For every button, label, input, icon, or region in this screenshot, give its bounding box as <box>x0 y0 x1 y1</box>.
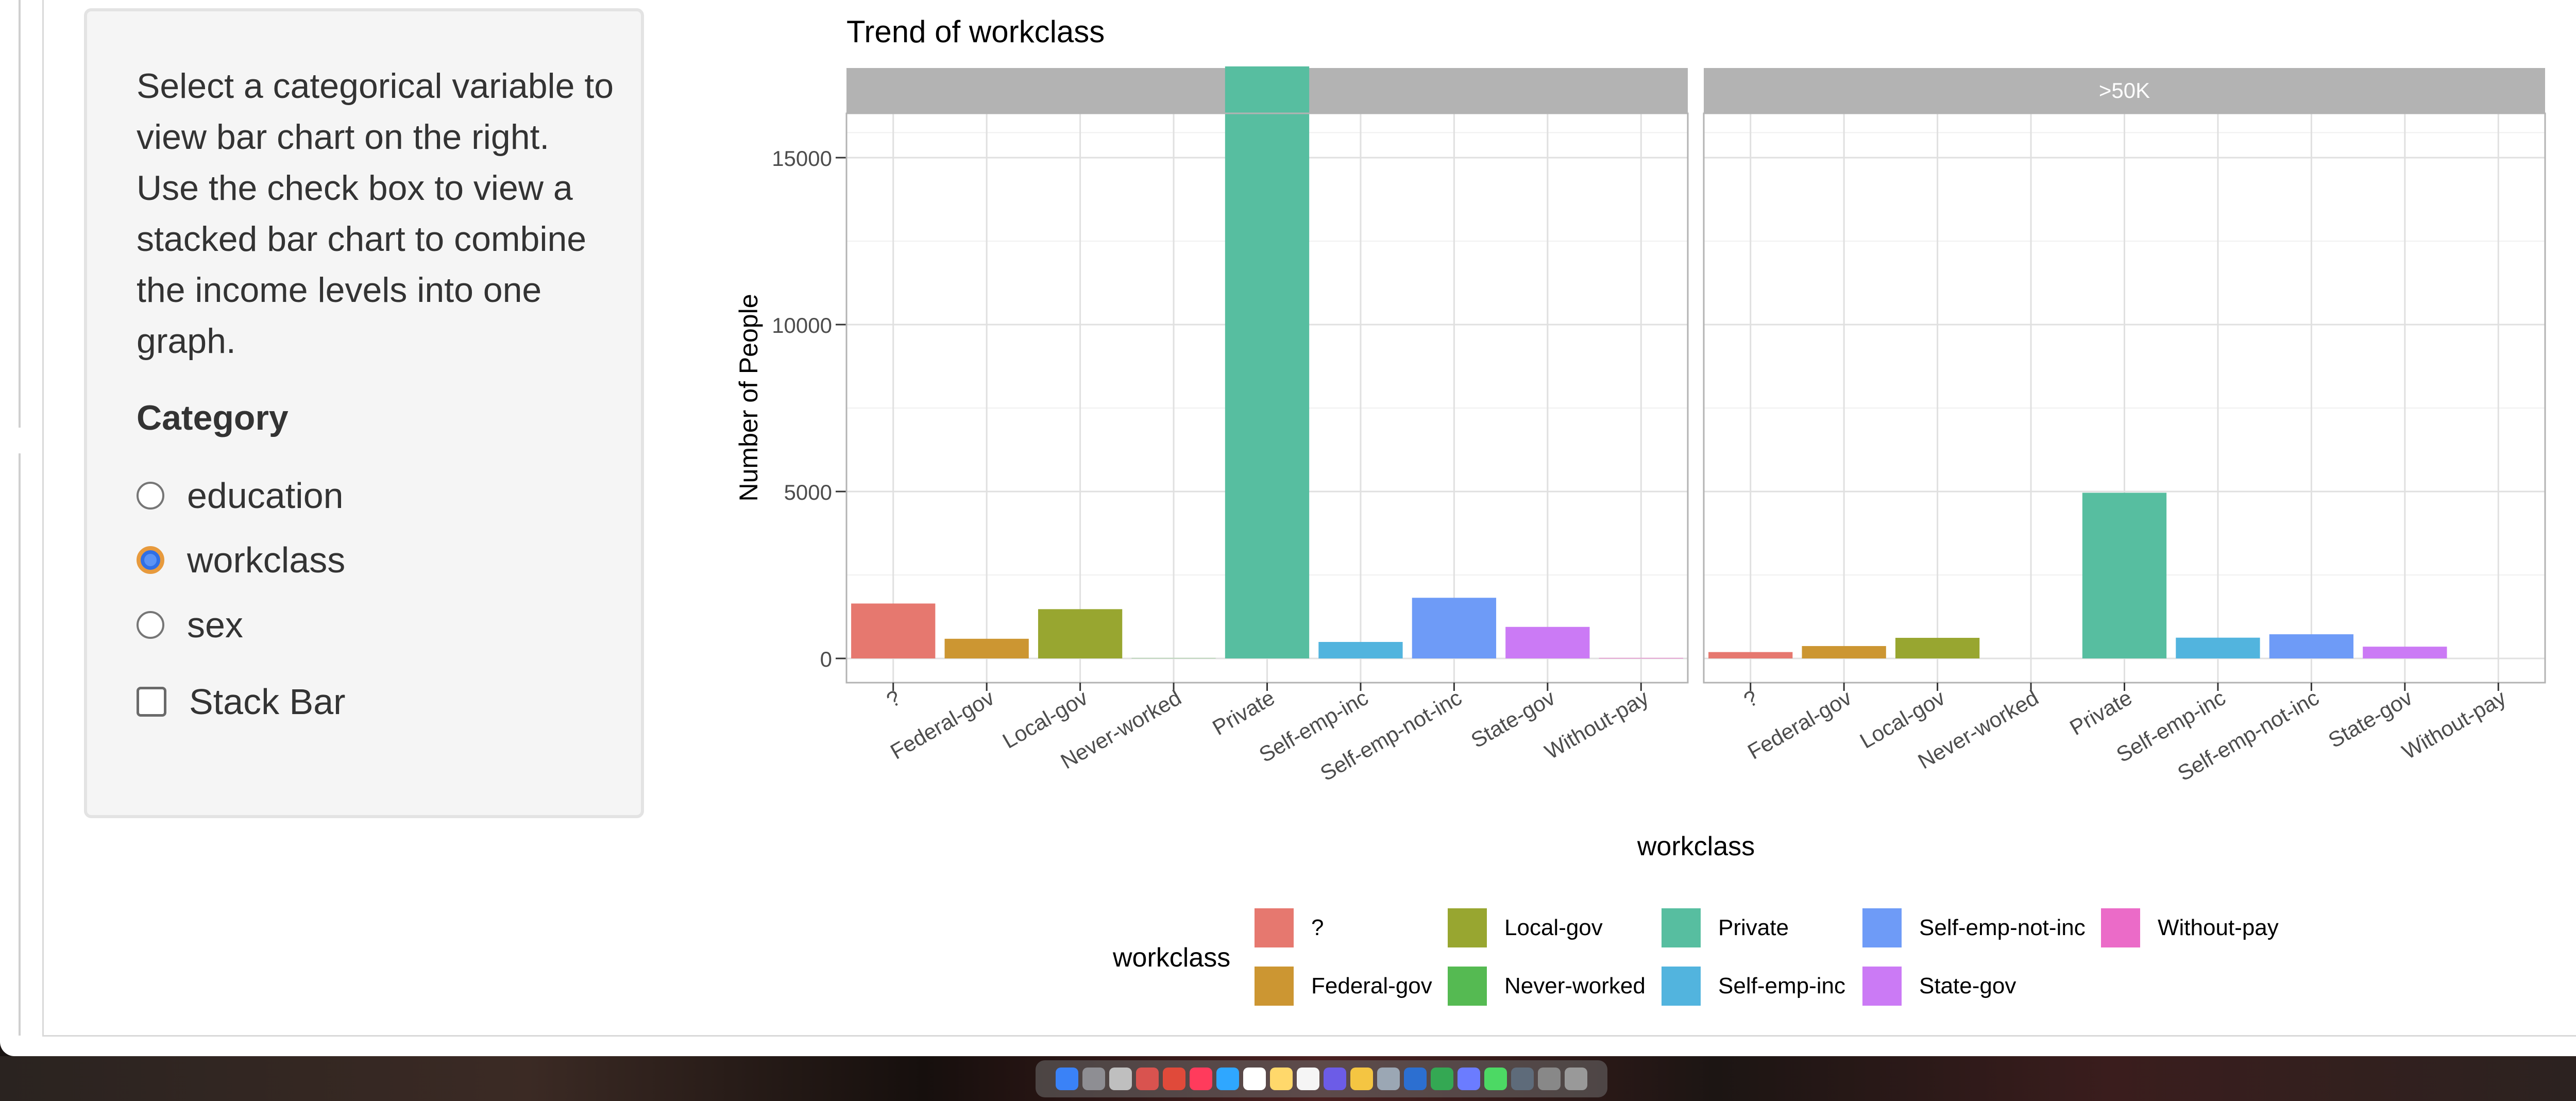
dock-app-icon[interactable] <box>1243 1068 1266 1090</box>
bar <box>2363 647 2447 658</box>
y-tick-label: 0 <box>820 647 832 671</box>
dock-app-icon[interactable] <box>1458 1068 1480 1090</box>
facet-strip-label: >50K <box>2099 78 2150 103</box>
dock-app-icon[interactable] <box>1324 1068 1346 1090</box>
dock-app-icon[interactable] <box>1056 1068 1078 1090</box>
dock-app-icon[interactable] <box>1297 1068 1319 1090</box>
bar-chart: Trend of workclass Number of People 0 5000 1… <box>734 14 2546 1006</box>
dock-app-icon[interactable] <box>1404 1068 1427 1090</box>
dock-app-icon[interactable] <box>1350 1068 1373 1090</box>
legend-swatch <box>1448 908 1487 947</box>
bar <box>2176 637 2260 658</box>
dock-app-icon[interactable] <box>1109 1068 1132 1090</box>
dock-app-icon[interactable] <box>1270 1068 1293 1090</box>
dock-app-icon[interactable] <box>1538 1068 1561 1090</box>
x-tick-label: Private <box>2065 685 2136 740</box>
y-tick-label: 5000 <box>784 480 832 504</box>
x-tick-label: Without-pay <box>2398 685 2510 764</box>
legend-swatch <box>2101 908 2140 947</box>
legend-label: ? <box>1311 915 1324 940</box>
chart-title: Trend of workclass <box>846 14 1105 49</box>
legend-swatch <box>1255 967 1294 1006</box>
dock-app-icon[interactable] <box>1565 1068 1587 1090</box>
dock-app-icon[interactable] <box>1484 1068 1507 1090</box>
legend-label: Federal-gov <box>1311 973 1432 998</box>
dock-app-icon[interactable] <box>1082 1068 1105 1090</box>
bar <box>1225 66 1310 658</box>
legend-label: Local-gov <box>1504 915 1603 940</box>
bar <box>1038 609 1123 658</box>
legend-swatch <box>1662 967 1701 1006</box>
dock-app-icon[interactable] <box>1377 1068 1400 1090</box>
legend-label: Never-worked <box>1504 973 1646 998</box>
x-tick-label: ? <box>882 685 905 712</box>
bar <box>1708 652 1793 658</box>
dock-app-icon[interactable] <box>1190 1068 1212 1090</box>
legend-swatch <box>1662 908 1701 947</box>
x-axis-label: workclass <box>1637 832 1755 861</box>
bar <box>1412 598 1497 658</box>
legend-label: Self-emp-inc <box>1718 973 1845 998</box>
browser-window: Select a categorical variable to view ba… <box>0 0 2576 1056</box>
y-tick-label: 15000 <box>772 146 832 171</box>
bar <box>2082 493 2167 658</box>
legend-swatch <box>1448 967 1487 1006</box>
dock-app-icon[interactable] <box>1216 1068 1239 1090</box>
bar <box>2269 634 2354 658</box>
dock-app-icon[interactable] <box>1163 1068 1185 1090</box>
x-tick-label: Private <box>1208 685 1279 740</box>
dock-app-icon[interactable] <box>1136 1068 1159 1090</box>
bar <box>1505 626 1590 658</box>
bar <box>1802 646 1886 658</box>
legend-label: Without-pay <box>2158 915 2279 940</box>
y-axis-label: Number of People <box>734 294 763 501</box>
dock-app-icon[interactable] <box>1431 1068 1453 1090</box>
legend-swatch <box>1862 908 1902 947</box>
x-tick-label: Without-pay <box>1540 685 1653 764</box>
bar <box>851 603 936 658</box>
dock <box>1036 1060 1607 1097</box>
legend-label: Private <box>1718 915 1789 940</box>
dock-app-icon[interactable] <box>1511 1068 1534 1090</box>
bar <box>1895 638 1980 658</box>
y-tick-label: 10000 <box>772 313 832 337</box>
x-tick-label: Federal-gov <box>886 685 998 764</box>
x-tick-label: Federal-gov <box>1743 685 1856 764</box>
legend-swatch <box>1862 967 1902 1006</box>
bar <box>1318 641 1403 658</box>
legend-swatch <box>1255 908 1294 947</box>
x-tick-label: ? <box>1739 685 1762 712</box>
legend-label: Self-emp-not-inc <box>1919 915 2086 940</box>
bar <box>944 638 1029 658</box>
legend-label: State-gov <box>1919 973 2016 998</box>
legend-title: workclass <box>1112 943 1230 973</box>
